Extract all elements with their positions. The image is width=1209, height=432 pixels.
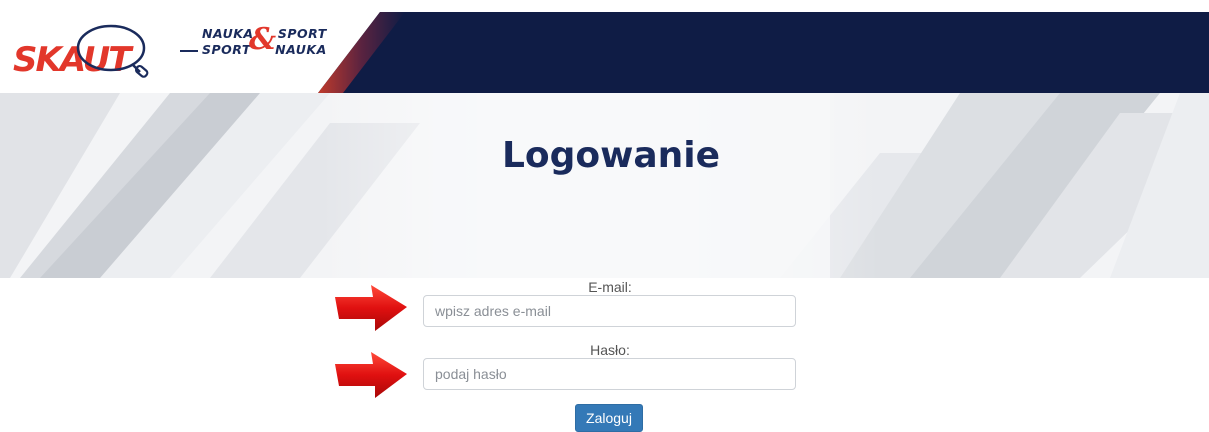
site-header: SKAUT NAUKA SPORT SPORT NAUKA & xyxy=(0,0,1209,93)
title-banner xyxy=(0,93,1209,278)
tagline-ampersand: & xyxy=(249,22,277,57)
magnifier-icon xyxy=(76,24,149,78)
page-title: Logowanie xyxy=(501,135,721,176)
tagline-dash xyxy=(180,50,198,52)
password-field[interactable] xyxy=(423,358,796,390)
red-arrow-icon xyxy=(335,352,407,398)
tagline-word: SPORT xyxy=(277,26,327,41)
password-label: Hasło: xyxy=(590,342,630,358)
tagline-word: SPORT xyxy=(202,42,251,57)
tagline-logo: NAUKA SPORT SPORT NAUKA & xyxy=(178,22,326,64)
email-label: E-mail: xyxy=(588,279,632,295)
skaut-logo[interactable]: SKAUT xyxy=(4,16,154,78)
banner-stripes-pattern xyxy=(0,93,1209,278)
red-arrow-icon xyxy=(335,285,407,331)
email-field[interactable] xyxy=(423,295,796,327)
tagline-word: NAUKA xyxy=(275,42,327,57)
tagline-word: NAUKA xyxy=(202,26,254,41)
